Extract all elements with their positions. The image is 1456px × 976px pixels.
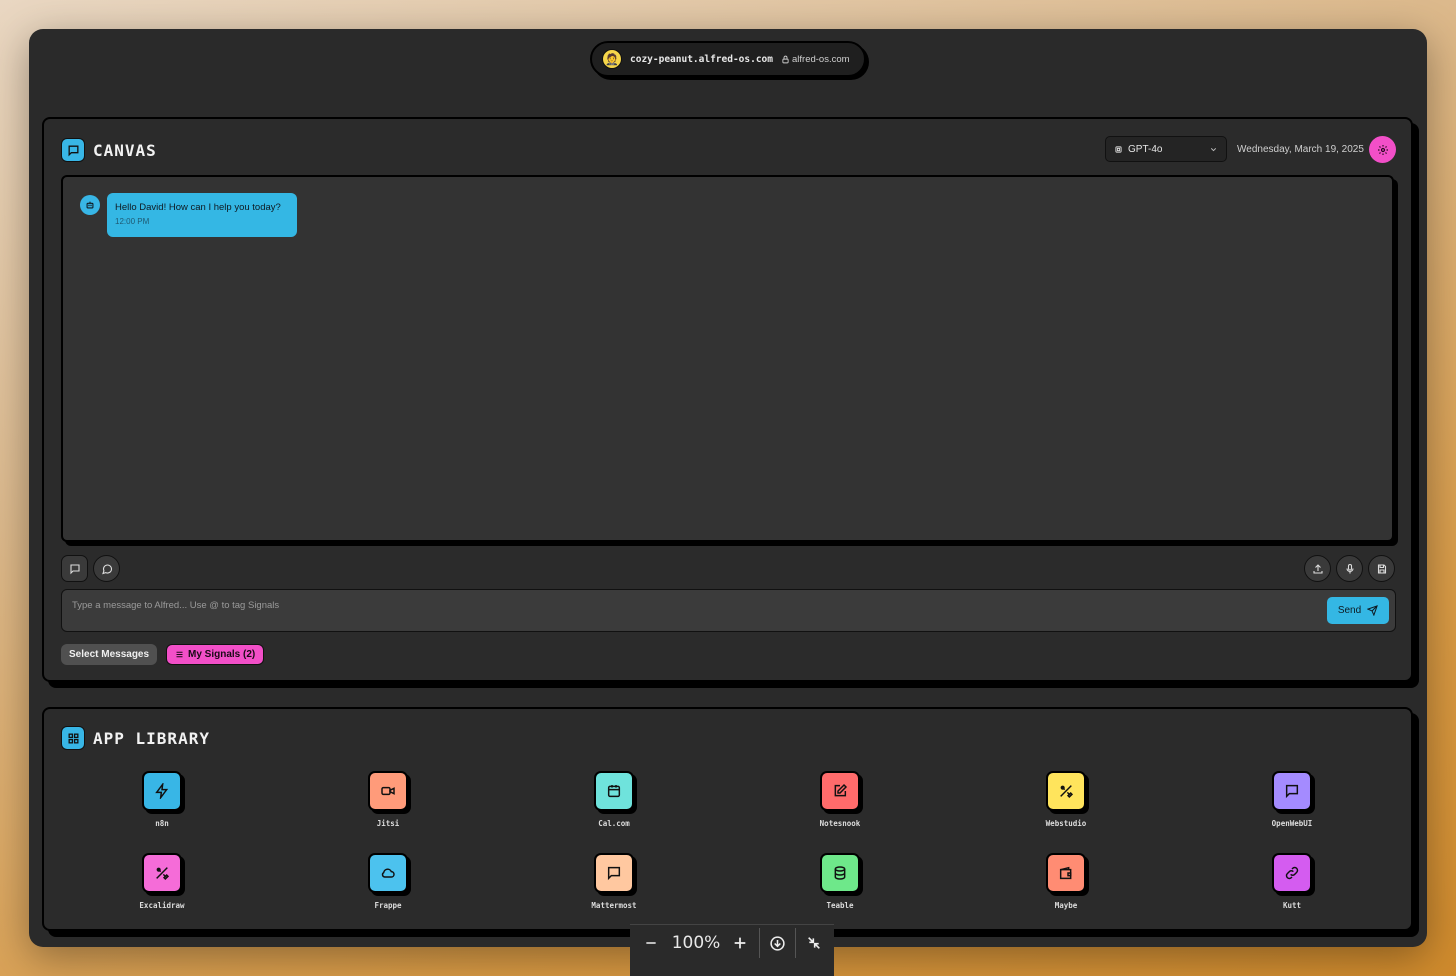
canvas-panel: CANVAS GPT-4o Wednesday, March 19, 2025 …	[42, 117, 1413, 682]
send-button-label: Send	[1337, 605, 1362, 616]
zoom-toolbar: 100%	[630, 924, 834, 976]
current-date: Wednesday, March 19, 2025	[1237, 144, 1364, 155]
save-icon	[1377, 563, 1386, 574]
url-domain-group: alfred-os.com	[781, 54, 850, 65]
app-notesnook[interactable]: Notesnook	[800, 771, 880, 828]
app-webstudio[interactable]: Webstudio	[1026, 771, 1106, 828]
url-domain: alfred-os.com	[792, 53, 850, 65]
video-icon	[381, 786, 395, 796]
app-kutt[interactable]: Kutt	[1252, 853, 1332, 910]
select-messages-label: Select Messages	[69, 649, 150, 660]
zoom-level: 100%	[671, 933, 721, 953]
url-host: cozy-peanut.alfred-os.com	[630, 53, 773, 65]
zoom-out-button[interactable]	[630, 928, 672, 958]
microphone-icon	[1345, 563, 1354, 573]
link-icon	[1285, 866, 1299, 880]
upload-button[interactable]	[1304, 555, 1331, 582]
app-library-title: APP LIBRARY	[93, 728, 210, 748]
select-messages-button[interactable]: Select Messages	[61, 644, 158, 665]
app-openwebui[interactable]: OpenWebUI	[1252, 771, 1332, 828]
chat-icon	[69, 563, 80, 574]
chat-history-button[interactable]	[93, 555, 120, 582]
chat-icon	[607, 866, 621, 881]
app-jitsi[interactable]: Jitsi	[348, 771, 428, 828]
send-icon	[1367, 605, 1379, 616]
collapse-button[interactable]	[796, 928, 832, 958]
minimize-icon	[808, 937, 820, 949]
plus-icon	[734, 937, 745, 949]
canvas-title: CANVAS	[93, 140, 157, 160]
app-label: Maybe	[1054, 901, 1078, 910]
cloud-icon	[381, 868, 395, 878]
app-mattermost[interactable]: Mattermost	[574, 853, 654, 910]
chip-icon	[1115, 145, 1122, 153]
app-library-header: APP LIBRARY	[61, 726, 210, 750]
save-button[interactable]	[1368, 555, 1395, 582]
my-signals-button[interactable]: My Signals (2)	[166, 644, 265, 665]
download-circle-icon	[770, 935, 785, 951]
app-label: Jitsi	[376, 819, 400, 828]
app-label: OpenWebUI	[1271, 819, 1313, 828]
app-label: Kutt	[1282, 901, 1302, 910]
model-select[interactable]: GPT-4o	[1105, 136, 1227, 162]
send-button[interactable]: Send	[1327, 597, 1389, 624]
bot-avatar-icon	[80, 195, 100, 215]
app-frappe[interactable]: Frappe	[348, 853, 428, 910]
microphone-button[interactable]	[1336, 555, 1363, 582]
app-label: Webstudio	[1045, 819, 1087, 828]
app-label: Mattermost	[591, 901, 637, 910]
list-icon	[176, 651, 183, 658]
app-label: Cal.com	[598, 819, 630, 828]
download-button[interactable]	[760, 928, 796, 958]
app-label: n8n	[155, 819, 169, 828]
app-library-panel: APP LIBRARY n8n Jitsi Cal.com Notesnook …	[42, 707, 1413, 931]
my-signals-label: My Signals (2)	[188, 649, 256, 660]
database-icon	[834, 866, 846, 880]
app-n8n[interactable]: n8n	[122, 771, 202, 828]
zoom-in-button[interactable]	[720, 928, 760, 958]
message-input[interactable]	[72, 597, 1312, 613]
url-bar[interactable]: 🤵 cozy-peanut.alfred-os.com alfred-os.co…	[590, 41, 866, 77]
new-chat-button[interactable]	[61, 555, 88, 582]
app-teable[interactable]: Teable	[800, 853, 880, 910]
app-label: Notesnook	[819, 819, 861, 828]
lock-icon	[782, 55, 789, 63]
edit-icon	[834, 783, 848, 797]
chevron-down-icon	[1210, 147, 1217, 151]
app-label: Frappe	[374, 901, 402, 910]
app-label: Teable	[826, 901, 854, 910]
message-time: 12:00 PM	[115, 217, 150, 226]
message-circle-icon	[101, 563, 112, 574]
chat-messages-area[interactable]: Hello David! How can I help you today? 1…	[61, 175, 1394, 542]
gear-icon	[1377, 144, 1388, 155]
message-composer: Send	[61, 589, 1396, 632]
message-text: Hello David! How can I help you today?	[115, 202, 281, 213]
minus-icon	[646, 942, 656, 944]
message-bubble: Hello David! How can I help you today? 1…	[107, 193, 297, 237]
grid-icon	[61, 726, 85, 750]
wallet-icon	[1059, 866, 1072, 880]
chat-icon	[1285, 784, 1299, 799]
settings-button[interactable]	[1369, 136, 1396, 163]
canvas-header: CANVAS	[61, 138, 157, 162]
design-icon	[1060, 785, 1074, 799]
app-window: 🤵 cozy-peanut.alfred-os.com alfred-os.co…	[29, 29, 1427, 947]
app-maybe[interactable]: Maybe	[1026, 853, 1106, 910]
model-select-value: GPT-4o	[1128, 143, 1163, 155]
design-icon	[156, 867, 170, 881]
app-cal-com[interactable]: Cal.com	[574, 771, 654, 828]
app-excalidraw[interactable]: Excalidraw	[122, 853, 202, 910]
chat-icon	[61, 138, 85, 162]
app-label: Excalidraw	[139, 901, 185, 910]
user-avatar[interactable]: 🤵	[602, 49, 622, 69]
lightning-icon	[155, 783, 169, 799]
upload-icon	[1312, 563, 1323, 574]
calendar-icon	[607, 785, 621, 798]
